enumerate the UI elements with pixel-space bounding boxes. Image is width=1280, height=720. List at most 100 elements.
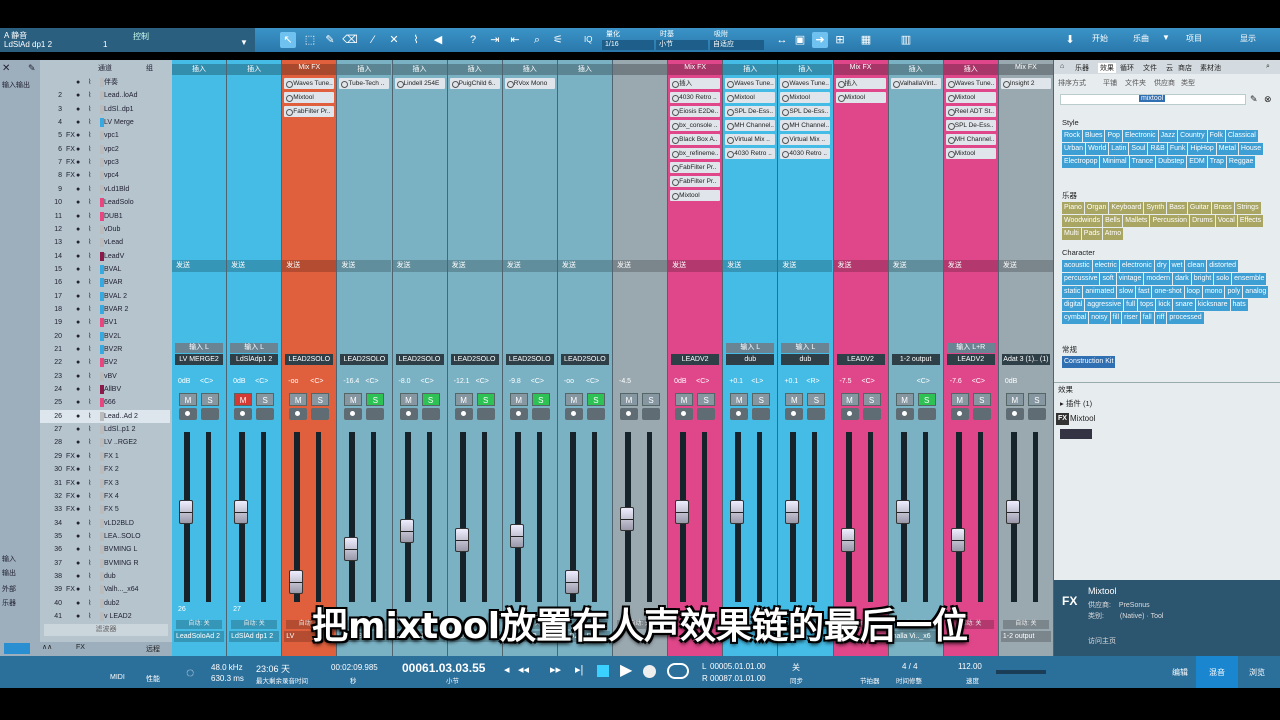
time-signature[interactable]: 4 / 4: [902, 662, 918, 671]
record-arm-icon[interactable]: [675, 408, 694, 420]
visibility-icon[interactable]: ●: [76, 530, 80, 543]
track-list-row[interactable]: 25 ● ⌇ 666: [40, 396, 170, 409]
sort-flat[interactable]: 平铺: [1103, 78, 1117, 88]
monitor-icon[interactable]: [586, 408, 605, 420]
clear-icon[interactable]: ⊗: [1264, 94, 1272, 105]
pan-readout[interactable]: <L>: [751, 378, 763, 385]
solo-button[interactable]: S: [201, 393, 219, 406]
pan-readout[interactable]: <C>: [310, 378, 323, 385]
record-arm-icon[interactable]: [399, 408, 418, 420]
solo-button[interactable]: S: [586, 393, 605, 406]
visibility-icon[interactable]: ●: [76, 583, 80, 596]
plugins-folder[interactable]: ▸ 插件 (1): [1060, 398, 1092, 409]
tag-chip[interactable]: mono: [1202, 286, 1225, 298]
tag-chip[interactable]: analog: [1243, 286, 1269, 298]
tag-chip[interactable]: one-shot: [1152, 286, 1184, 298]
insert-slot[interactable]: PuigChild 6..: [449, 78, 500, 89]
visibility-icon[interactable]: ●: [76, 89, 80, 102]
search-icon[interactable]: ⌕: [1266, 63, 1270, 71]
volume-fader[interactable]: [785, 499, 800, 524]
insert-slot[interactable]: Black Box A..: [670, 134, 721, 145]
insert-slot[interactable]: 4030 Retro ..: [725, 148, 776, 159]
tag-chip[interactable]: digital: [1062, 299, 1085, 311]
tag-chip[interactable]: Pads: [1081, 228, 1102, 240]
tag-chip[interactable]: Country: [1178, 130, 1207, 142]
pan-readout[interactable]: <C>: [862, 378, 875, 385]
track-list-row[interactable]: 34 ● ⌇ vLD2BLD: [40, 517, 170, 530]
record-arm-icon[interactable]: [454, 408, 473, 420]
arrow-right-icon[interactable]: ➜: [812, 32, 828, 48]
tag-chip[interactable]: Trance: [1129, 156, 1156, 168]
visibility-icon[interactable]: ●: [76, 490, 80, 503]
tag-chip[interactable]: bright: [1191, 273, 1214, 285]
insert-slot[interactable]: SPL De-Ess..: [780, 106, 831, 117]
insert-header[interactable]: Mix FX: [998, 64, 1053, 75]
monitor-icon[interactable]: [256, 408, 275, 420]
insert-slot[interactable]: bx_console ..: [670, 120, 721, 131]
insert-header[interactable]: 插入: [502, 64, 557, 75]
channel-name[interactable]: LdSlAdp1 2: [230, 354, 279, 365]
insert-slot[interactable]: Eiosis E2De..: [670, 106, 721, 117]
visibility-icon[interactable]: ●: [76, 436, 80, 449]
loop-toggle-icon[interactable]: [667, 663, 689, 679]
track-list-row[interactable]: 2 ● ⌇ Lead..loAd: [40, 89, 170, 102]
input-select[interactable]: 输入 L: [230, 343, 279, 353]
tag-chip[interactable]: solo: [1214, 273, 1232, 285]
sync-value[interactable]: 关: [792, 662, 800, 673]
visibility-icon[interactable]: ●: [76, 196, 80, 209]
bend-tool-icon[interactable]: ⌇: [408, 32, 424, 48]
tag-chip[interactable]: Blues: [1082, 130, 1105, 142]
volume-fader[interactable]: [399, 519, 414, 543]
insert-slot[interactable]: 4030 Retro ..: [670, 92, 721, 103]
tag-chip[interactable]: Piano: [1062, 202, 1084, 214]
mute-button[interactable]: M: [950, 393, 969, 406]
visibility-icon[interactable]: ●: [76, 103, 80, 116]
tab-cloud[interactable]: 云: [1166, 63, 1173, 73]
insert-header[interactable]: 插入: [172, 64, 226, 75]
record-arm-icon[interactable]: [785, 408, 804, 420]
track-list-row[interactable]: 10 ● ⌇ LeadSolo: [40, 196, 170, 209]
insert-slot[interactable]: Waves Tune..: [725, 78, 776, 89]
track-list-row[interactable]: 29 FX ● ⌇ FX 1: [40, 450, 170, 463]
tag-chip[interactable]: ensemble: [1232, 273, 1267, 285]
position-display[interactable]: 00061.03.03.55: [402, 661, 485, 675]
send-header[interactable]: 发送: [613, 260, 667, 272]
tag-chip[interactable]: electric: [1092, 260, 1119, 272]
solo-button[interactable]: S: [807, 393, 826, 406]
insert-slot[interactable]: RVox Mono: [504, 78, 555, 89]
visibility-icon[interactable]: ●: [76, 570, 80, 583]
tag-chip[interactable]: Organ: [1084, 202, 1109, 214]
tab-effects[interactable]: 效果: [1098, 63, 1116, 73]
track-list-row[interactable]: 38 ● ⌇ dub: [40, 570, 170, 583]
tag-chip[interactable]: kicksnare: [1195, 299, 1230, 311]
track-list-row[interactable]: 13 ● ⌇ vLead: [40, 236, 170, 249]
solo-button[interactable]: S: [972, 393, 991, 406]
mute-button[interactable]: M: [840, 393, 859, 406]
mute-button[interactable]: M: [1005, 393, 1024, 406]
record-arm-icon[interactable]: [344, 408, 363, 420]
track-list-row[interactable]: 16 ● ⌇ BVAR: [40, 276, 170, 289]
visibility-icon[interactable]: ●: [76, 383, 80, 396]
play-icon[interactable]: ▶: [620, 660, 632, 680]
volume-fader[interactable]: [509, 523, 524, 548]
mute-button[interactable]: M: [454, 393, 473, 406]
mute-button[interactable]: M: [399, 393, 418, 406]
insert-header[interactable]: Mix FX: [668, 64, 723, 75]
send-header[interactable]: 发送: [282, 260, 337, 272]
visibility-icon[interactable]: ●: [76, 450, 80, 463]
track-list-row[interactable]: 36 ● ⌇ BVMING L: [40, 543, 170, 556]
track-list-row[interactable]: 11 ● ⌇ DUB1: [40, 210, 170, 223]
view-browse[interactable]: 浏览: [1249, 667, 1265, 678]
rewind-icon[interactable]: ◂◂: [518, 663, 529, 676]
visibility-icon[interactable]: ●: [76, 250, 80, 263]
input-select[interactable]: 输入 L: [726, 343, 775, 353]
tag-chip[interactable]: aggressive: [1085, 299, 1124, 311]
monitor-icon[interactable]: [476, 408, 495, 420]
split-icon[interactable]: ⊞: [832, 32, 848, 48]
tag-chip[interactable]: dark: [1173, 273, 1191, 285]
insert-slot[interactable]: FabFilter Pr..: [670, 176, 721, 187]
selected-track-name[interactable]: LdSlAd dp1 2: [4, 40, 52, 49]
insert-slot[interactable]: Insight 2: [1000, 78, 1051, 89]
monitor-icon[interactable]: [807, 408, 826, 420]
download-icon[interactable]: ⬇: [1062, 32, 1078, 48]
